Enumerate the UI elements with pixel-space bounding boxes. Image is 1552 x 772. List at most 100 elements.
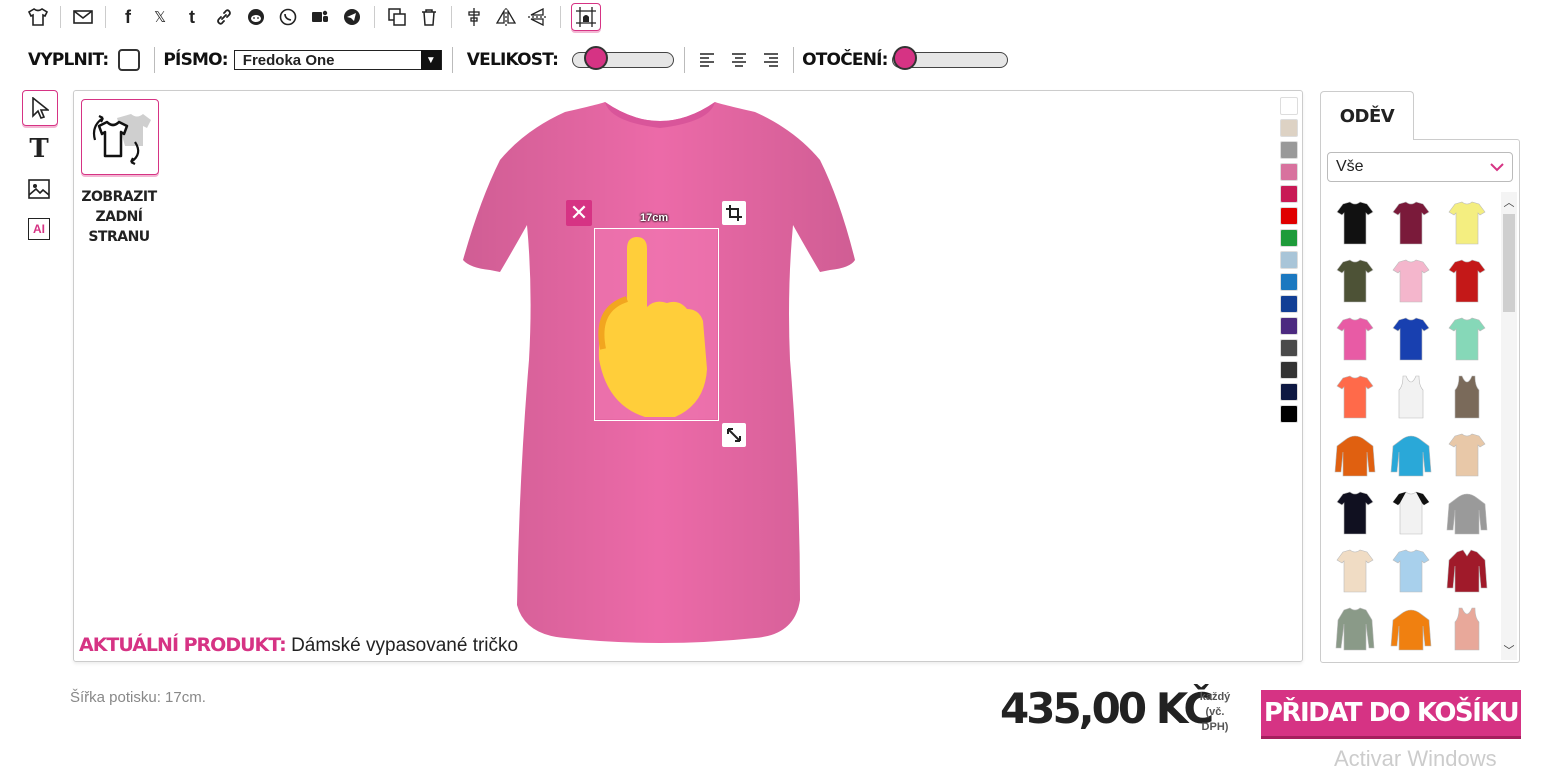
garment-grid — [1327, 195, 1495, 657]
align-left-icon[interactable] — [693, 53, 721, 67]
color-swatch[interactable] — [1280, 163, 1298, 181]
garment-item[interactable] — [1439, 543, 1495, 601]
garment-item[interactable] — [1383, 253, 1439, 311]
design-element[interactable] — [594, 228, 719, 421]
garment-item[interactable] — [1383, 427, 1439, 485]
color-swatch[interactable] — [1280, 251, 1298, 269]
color-swatch[interactable] — [1280, 141, 1298, 159]
garment-item[interactable] — [1439, 253, 1495, 311]
tumblr-icon[interactable]: t — [176, 3, 208, 31]
garment-item[interactable] — [1439, 485, 1495, 543]
garment-item[interactable] — [1439, 601, 1495, 657]
current-product: AKTUÁLNÍ PRODUKT: Dámské vypasované trič… — [79, 634, 518, 657]
garment-item[interactable] — [1327, 311, 1383, 369]
garment-longsleeve-icon — [1335, 607, 1375, 651]
garment-tee-icon — [1336, 317, 1374, 361]
align-center-vertical-icon[interactable] — [458, 3, 490, 31]
select-tool-pointer-icon[interactable] — [22, 90, 58, 126]
category-select[interactable]: Vše — [1327, 152, 1513, 182]
garment-item[interactable] — [1327, 427, 1383, 485]
flip-horizontal-icon[interactable] — [490, 3, 522, 31]
garment-item[interactable] — [1439, 369, 1495, 427]
garment-scrollbar[interactable]: ︿ ﹀ — [1501, 192, 1517, 660]
color-swatch[interactable] — [1280, 97, 1298, 115]
image-tool-icon[interactable] — [22, 172, 56, 206]
garment-item[interactable] — [1439, 427, 1495, 485]
garment-item[interactable] — [1327, 485, 1383, 543]
tshirt-icon[interactable] — [22, 3, 54, 31]
current-product-label: AKTUÁLNÍ PRODUKT: — [79, 634, 287, 656]
color-swatch[interactable] — [1280, 405, 1298, 423]
garment-item[interactable] — [1327, 369, 1383, 427]
font-select[interactable]: Fredoka One ▼ — [233, 50, 442, 70]
garment-item[interactable] — [1327, 543, 1383, 601]
garment-item[interactable] — [1439, 195, 1495, 253]
flip-vertical-icon[interactable] — [522, 3, 554, 31]
facebook-icon[interactable]: f — [112, 3, 144, 31]
color-swatch[interactable] — [1280, 295, 1298, 313]
reddit-icon[interactable] — [240, 3, 272, 31]
slider-knob[interactable] — [892, 46, 917, 70]
garment-hoodie-icon — [1334, 435, 1376, 477]
x-twitter-icon[interactable]: 𝕏 — [144, 3, 176, 31]
garment-item[interactable] — [1327, 253, 1383, 311]
text-tool-icon[interactable]: T — [22, 132, 56, 166]
garment-tee-icon — [1336, 375, 1374, 419]
align-right-icon[interactable] — [757, 53, 785, 67]
show-back-label[interactable]: ZOBRAZIT ZADNÍ STRANU — [74, 187, 164, 247]
price-note-line: DPH) — [1201, 721, 1229, 733]
copy-icon[interactable] — [381, 3, 413, 31]
trash-icon[interactable] — [413, 3, 445, 31]
dimension-label: 17cm — [640, 212, 669, 224]
scroll-down-icon[interactable]: ﹀ — [1501, 642, 1517, 658]
rotation-slider[interactable] — [891, 46, 1008, 70]
crop-icon[interactable] — [722, 201, 746, 225]
color-swatch[interactable] — [1280, 229, 1298, 247]
top-toolbar: f 𝕏 t — [22, 2, 601, 32]
add-to-cart-button[interactable]: PŘIDAT DO KOŠÍKU — [1261, 690, 1521, 736]
divider — [60, 6, 61, 28]
garment-tee-icon — [1392, 259, 1430, 303]
garment-item[interactable] — [1439, 311, 1495, 369]
print-area-grid-icon[interactable] — [571, 3, 601, 31]
scroll-up-icon[interactable]: ︿ — [1501, 194, 1517, 210]
link-icon[interactable] — [208, 3, 240, 31]
garment-item[interactable] — [1327, 601, 1383, 657]
garment-hoodie-icon — [1390, 435, 1432, 477]
garment-item[interactable] — [1383, 311, 1439, 369]
garment-item[interactable] — [1383, 601, 1439, 657]
color-swatch[interactable] — [1280, 185, 1298, 203]
whatsapp-icon[interactable] — [272, 3, 304, 31]
tab-clothing[interactable]: ODĚV — [1320, 91, 1414, 140]
flip-shirt-icon — [92, 114, 151, 165]
garment-item[interactable] — [1383, 485, 1439, 543]
garment-tank-icon — [1398, 375, 1424, 419]
garment-item[interactable] — [1383, 543, 1439, 601]
garment-raglan-icon — [1392, 491, 1430, 535]
resize-icon[interactable] — [722, 423, 746, 447]
garment-item[interactable] — [1383, 195, 1439, 253]
slider-knob[interactable] — [584, 46, 609, 70]
color-swatch[interactable] — [1280, 119, 1298, 137]
garment-jacket-icon — [1446, 549, 1488, 593]
telegram-icon[interactable] — [336, 3, 368, 31]
garment-item[interactable] — [1383, 369, 1439, 427]
garment-item[interactable] — [1327, 195, 1383, 253]
remove-element-close-icon[interactable]: ✕ — [566, 200, 592, 226]
color-swatch[interactable] — [1280, 383, 1298, 401]
ai-tool-icon[interactable]: AI — [22, 212, 56, 246]
show-back-button[interactable] — [81, 99, 159, 175]
size-slider[interactable] — [572, 46, 675, 70]
divider — [154, 47, 156, 73]
fill-checkbox[interactable] — [118, 49, 141, 71]
color-swatch[interactable] — [1280, 317, 1298, 335]
price: 435,00 KČ — [1000, 684, 1214, 733]
email-icon[interactable] — [67, 3, 99, 31]
align-center-icon[interactable] — [725, 53, 753, 67]
color-swatch[interactable] — [1280, 273, 1298, 291]
color-swatch[interactable] — [1280, 361, 1298, 379]
color-swatch[interactable] — [1280, 207, 1298, 225]
teams-icon[interactable] — [304, 3, 336, 31]
scrollbar-thumb[interactable] — [1503, 214, 1515, 312]
color-swatch[interactable] — [1280, 339, 1298, 357]
